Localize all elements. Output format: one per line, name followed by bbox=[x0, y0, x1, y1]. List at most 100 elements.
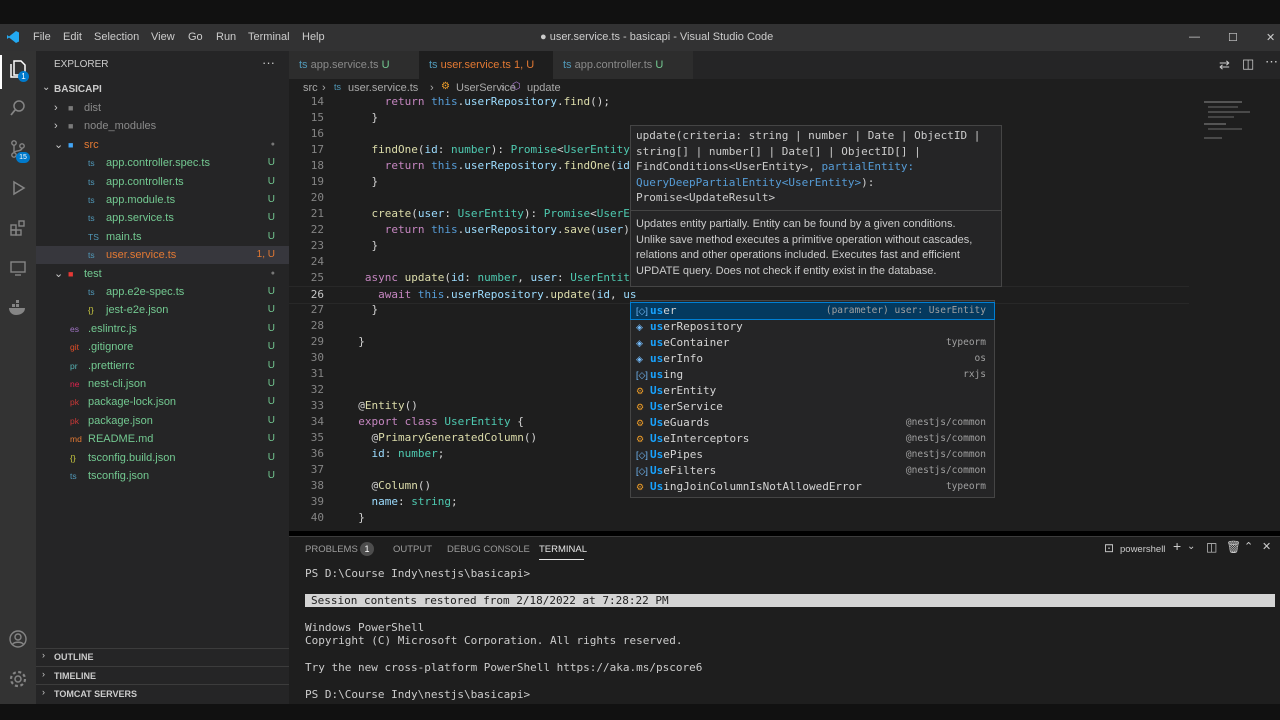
tab-user-service[interactable]: ts user.service.ts 1, U ● bbox=[419, 51, 553, 99]
tab-app-controller[interactable]: ts app.controller.ts U bbox=[553, 51, 693, 79]
menu-run[interactable]: Run bbox=[216, 31, 236, 43]
tree-item[interactable]: ts app.controller.ts U bbox=[36, 173, 289, 191]
line-number: 22 bbox=[310, 223, 324, 236]
line-number: 23 bbox=[310, 239, 324, 252]
suggestion-item[interactable]: ◈ userRepository bbox=[631, 319, 994, 335]
run-debug-icon[interactable] bbox=[6, 179, 30, 203]
tree-item[interactable]: {} tsconfig.build.json U bbox=[36, 449, 289, 467]
code-line[interactable]: 14 return this.userRepository.find(); bbox=[289, 94, 1189, 110]
suggestion-label: UserEntity bbox=[650, 384, 717, 397]
add-terminal-icon[interactable]: + bbox=[1173, 538, 1181, 554]
suggestion-item[interactable]: ⚙ UseInterceptors @nestjs/common bbox=[631, 431, 994, 447]
tree-item[interactable]: ts user.service.ts 1, U bbox=[36, 246, 289, 265]
tree-item[interactable]: ne nest-cli.json U bbox=[36, 375, 289, 393]
signature-line: QueryDeepPartialEntity<UserEntity>): bbox=[636, 175, 875, 189]
menu-selection[interactable]: Selection bbox=[94, 31, 139, 43]
breadcrumb-item[interactable]: update bbox=[527, 82, 561, 94]
tree-item[interactable]: ts app.module.ts U bbox=[36, 191, 289, 209]
explorer-more-button[interactable]: ··· bbox=[262, 55, 275, 70]
menu-help[interactable]: Help bbox=[302, 31, 325, 43]
project-header[interactable]: ⌄ BASICAPI bbox=[36, 81, 289, 99]
tab-terminal[interactable]: TERMINAL bbox=[539, 544, 587, 555]
tree-item[interactable]: pk package-lock.json U bbox=[36, 393, 289, 411]
menu-edit[interactable]: Edit bbox=[63, 31, 82, 43]
tree-item[interactable]: › ■ node_modules bbox=[36, 117, 289, 135]
minimap[interactable] bbox=[1200, 97, 1260, 157]
breadcrumb-item[interactable]: UserService bbox=[456, 82, 516, 94]
menu-view[interactable]: View bbox=[151, 31, 175, 43]
code-text: create(user: UserEntity): Promise<UserEn bbox=[371, 207, 637, 220]
suggestion-widget[interactable]: [◇] user (parameter) user: UserEntity ◈ user… bbox=[630, 300, 995, 498]
line-number: 35 bbox=[310, 431, 324, 444]
tree-item[interactable]: ts app.controller.spec.ts U bbox=[36, 154, 289, 172]
tomcat-section[interactable]: › TOMCAT SERVERS bbox=[36, 684, 289, 703]
suggestion-item[interactable]: ◈ userInfo os bbox=[631, 351, 994, 367]
tree-item[interactable]: TS main.ts U bbox=[36, 228, 289, 246]
tab-app-service[interactable]: ts app.service.ts U bbox=[289, 51, 419, 79]
accounts-icon[interactable] bbox=[6, 629, 30, 653]
maximize-panel-icon[interactable]: ⌃ bbox=[1244, 540, 1253, 553]
extensions-icon[interactable] bbox=[6, 219, 30, 243]
suggestion-label: UseFilters bbox=[650, 464, 717, 477]
line-number: 21 bbox=[310, 207, 324, 220]
tree-item[interactable]: ts app.service.ts U bbox=[36, 209, 289, 227]
tree-item[interactable]: {} jest-e2e.json U bbox=[36, 301, 289, 319]
outline-section[interactable]: › OUTLINE bbox=[36, 648, 289, 666]
tree-item[interactable]: ⌄ ■ src ● bbox=[36, 136, 289, 154]
tree-item[interactable]: ts tsconfig.json U bbox=[36, 467, 289, 485]
editor-more-icon[interactable]: ⋯ bbox=[1265, 54, 1278, 70]
tree-item[interactable]: pr .prettierrc U bbox=[36, 357, 289, 375]
split-terminal-icon[interactable]: ◫ bbox=[1206, 540, 1217, 554]
menu-terminal[interactable]: Terminal bbox=[248, 31, 290, 43]
tree-item[interactable]: › ■ dist bbox=[36, 99, 289, 117]
suggestion-item[interactable]: ◈ useContainer typeorm bbox=[631, 335, 994, 351]
code-text: export class UserEntity { bbox=[358, 415, 524, 428]
signature-line: Promise<UpdateResult> bbox=[636, 191, 776, 204]
suggestion-item[interactable]: ⚙ UserEntity bbox=[631, 383, 994, 399]
timeline-section[interactable]: › TIMELINE bbox=[36, 666, 289, 685]
suggestion-item[interactable]: [◇] using rxjs bbox=[631, 367, 994, 383]
tab-problems[interactable]: PROBLEMS bbox=[305, 544, 358, 555]
code-line[interactable]: 40 } bbox=[289, 510, 1189, 526]
search-icon[interactable] bbox=[6, 99, 30, 123]
tab-debug-console[interactable]: DEBUG CONSOLE bbox=[447, 544, 530, 555]
suggestion-item[interactable]: ⚙ UsingJoinColumnIsNotAllowedError typeorm bbox=[631, 479, 994, 495]
terminal-output[interactable]: PS D:\Course Indy\nestjs\basicapi> Sessi… bbox=[305, 567, 1275, 701]
line-number: 39 bbox=[310, 495, 324, 508]
suggestion-item[interactable]: ⚙ UseGuards @nestjs/common bbox=[631, 415, 994, 431]
file-label: .prettierrc bbox=[88, 359, 135, 372]
close-panel-icon[interactable]: ✕ bbox=[1262, 540, 1271, 553]
suggestion-item[interactable]: [◇] user (parameter) user: UserEntity bbox=[630, 302, 995, 320]
chevron-down-icon[interactable]: ⌄ bbox=[1187, 541, 1195, 552]
docker-icon[interactable] bbox=[6, 299, 30, 323]
breadcrumb-item[interactable]: user.service.ts bbox=[348, 82, 418, 94]
tab-output[interactable]: OUTPUT bbox=[393, 544, 432, 555]
menu-go[interactable]: Go bbox=[188, 31, 203, 43]
tree-item[interactable]: md README.md U bbox=[36, 430, 289, 448]
settings-gear-icon[interactable] bbox=[6, 669, 30, 693]
file-type-icon: ne bbox=[70, 379, 80, 389]
split-editor-icon[interactable]: ◫ bbox=[1242, 56, 1254, 72]
maximize-button[interactable]: ☐ bbox=[1228, 31, 1238, 44]
code-line[interactable]: 15 } bbox=[289, 110, 1189, 126]
suggestion-item[interactable]: ⚙ UserService bbox=[631, 399, 994, 415]
breadcrumb-item[interactable]: src bbox=[303, 82, 318, 94]
terminal-shell-label[interactable]: powershell bbox=[1120, 544, 1165, 555]
tree-item[interactable]: git .gitignore U bbox=[36, 338, 289, 356]
tree-item[interactable]: es .eslintrc.js U bbox=[36, 320, 289, 338]
suggestion-kind-icon: ⚙ bbox=[636, 434, 645, 444]
tree-item[interactable]: pk package.json U bbox=[36, 412, 289, 430]
suggestion-label: user bbox=[650, 304, 677, 317]
suggestion-item[interactable]: [◇] UsePipes @nestjs/common bbox=[631, 447, 994, 463]
remote-explorer-icon[interactable] bbox=[6, 259, 30, 283]
code-text: return this.userRepository.findOne(id) bbox=[384, 159, 637, 172]
tree-item[interactable]: ts app.e2e-spec.ts U bbox=[36, 283, 289, 301]
trash-icon[interactable]: 🗑 bbox=[1226, 540, 1241, 554]
minimize-button[interactable]: — bbox=[1189, 31, 1200, 43]
open-changes-icon[interactable]: ⇄ bbox=[1219, 57, 1230, 73]
close-button[interactable]: ✕ bbox=[1266, 31, 1275, 44]
menu-file[interactable]: File bbox=[33, 31, 51, 43]
suggestion-item[interactable]: [◇] UseFilters @nestjs/common bbox=[631, 463, 994, 479]
tree-item[interactable]: ⌄ ■ test ● bbox=[36, 265, 289, 283]
file-type-icon: ts bbox=[88, 176, 95, 187]
